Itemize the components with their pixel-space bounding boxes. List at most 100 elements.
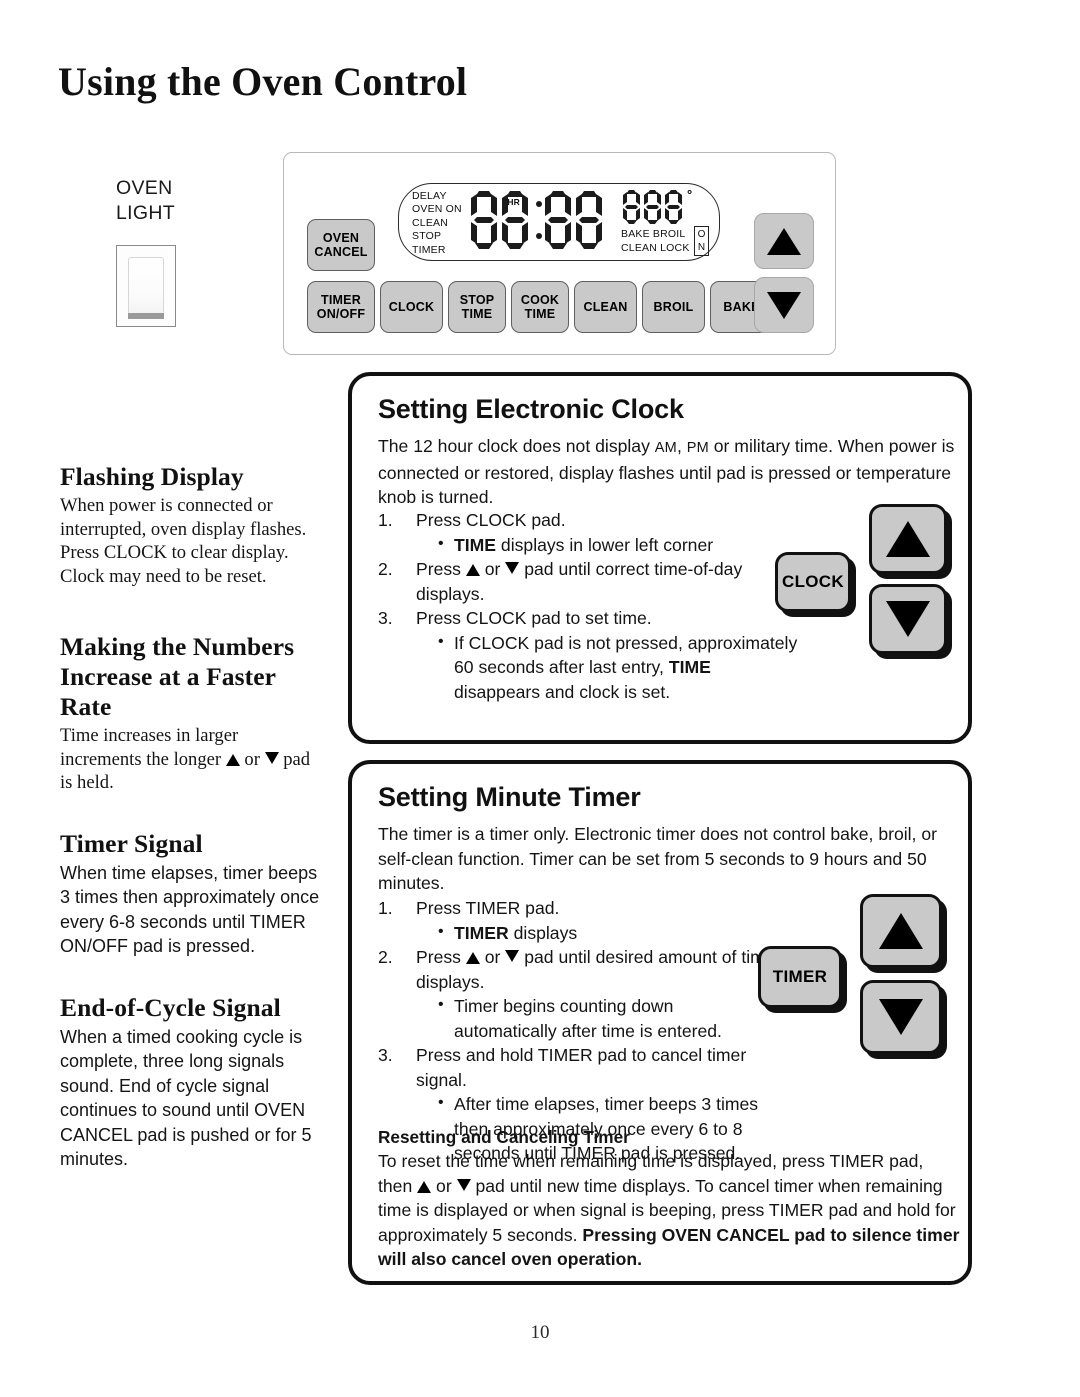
illustration-pad-up[interactable] (860, 894, 942, 968)
oven-control-panel-illustration: DELAY OVEN ON CLEAN STOP TIMER HR ° BAKE… (283, 152, 836, 355)
arrow-down-icon (264, 751, 279, 764)
timer-step-1-sub-text: displays (508, 922, 578, 943)
oven-light-label: OVEN LIGHT (116, 176, 266, 226)
seven-segment-digit (545, 191, 571, 249)
seven-segment-digit (576, 191, 602, 249)
clock-intro-a: The 12 hour clock does not display (378, 436, 655, 456)
body-timer-signal: When time elapses, timer beeps 3 times t… (60, 862, 320, 957)
arrow-down-icon (456, 1178, 471, 1191)
on-box-letter-o: O (697, 229, 706, 240)
on-box-letter-n: N (697, 242, 706, 253)
illustration-pad-timer-label: TIMER (772, 967, 828, 986)
body-faster-rate-mid: or (244, 748, 260, 770)
clock-step-3-sub-post: disappears and clock is set. (454, 681, 671, 702)
clock-intro-pm: PM (686, 440, 709, 456)
display-hr-label: HR (507, 197, 520, 207)
oven-light-label-line2: LIGHT (116, 202, 175, 224)
display-indicator-labels: DELAY OVEN ON CLEAN STOP TIMER (412, 190, 462, 257)
pad-arrow-up[interactable] (754, 213, 814, 269)
clock-step-1-sub-text: displays in lower left corner (496, 534, 714, 555)
clock-step-3-sub-pre: If CLOCK pad is not pressed, approximate… (454, 632, 798, 678)
pad-stop-time[interactable]: STOP TIME (448, 281, 506, 333)
pad-cook-time-line2: TIME (524, 307, 556, 321)
note-title: Resetting and Canceling Timer (378, 1127, 630, 1147)
arrow-up-icon (879, 913, 923, 949)
arrow-down-icon (505, 950, 520, 962)
degree-symbol-icon: ° (687, 187, 693, 202)
clock-step-3: 3. Press CLOCK pad to set time. If CLOCK… (378, 606, 798, 704)
pad-timer-line1: TIMER (321, 293, 361, 307)
pad-oven-cancel[interactable]: OVEN CANCEL (307, 219, 375, 271)
pad-clock[interactable]: CLOCK (380, 281, 443, 333)
timer-step-3-number: 3. (378, 1045, 393, 1065)
pad-broil[interactable]: BROIL (642, 281, 705, 333)
pad-stop-time-line2: TIME (461, 307, 493, 321)
clock-step-1-sub-bold: TIME (454, 534, 497, 555)
heading-faster-rate-line1: Making the Numbers (60, 632, 295, 661)
timer-step-2-number: 2. (378, 947, 393, 967)
seven-segment-digit (471, 191, 497, 249)
timer-step-2-text-mid: or (484, 947, 501, 967)
arrow-up-icon (417, 1180, 432, 1193)
pad-arrow-down[interactable] (754, 277, 814, 333)
heading-faster-rate-line3: Rate (60, 692, 112, 721)
timer-step-1-sub-bold: TIMER (454, 922, 509, 943)
display-temperature-digits: ° (623, 187, 693, 224)
display-on-indicator-box: O N (694, 226, 709, 256)
clock-step-3-number: 3. (378, 608, 393, 628)
clock-intro-b: , (676, 436, 687, 456)
note-text-mid: or (431, 1175, 457, 1196)
illustration-pad-down[interactable] (869, 584, 947, 654)
illustration-pad-timer[interactable]: TIMER (758, 946, 842, 1008)
pad-broil-label: BROIL (653, 300, 694, 314)
rocker-switch-icon[interactable] (128, 257, 164, 319)
heading-end-of-cycle: End-of-Cycle Signal (60, 992, 281, 1022)
illustration-pad-clock-label: CLOCK (782, 572, 844, 591)
clock-intro-am: AM (654, 440, 677, 456)
pad-oven-cancel-line2: CANCEL (314, 245, 368, 259)
oven-light-switch-plate[interactable] (116, 245, 176, 327)
panel-setting-minute-timer: Setting Minute Timer The timer is a time… (348, 760, 972, 1285)
pad-timer-line2: ON/OFF (316, 307, 366, 321)
display-indicator-oven-on: OVEN ON (412, 203, 462, 216)
page-number: 10 (530, 1322, 550, 1343)
seven-segment-digit: HR (502, 191, 528, 249)
oven-display-module: DELAY OVEN ON CLEAN STOP TIMER HR ° BAKE… (398, 183, 720, 261)
clock-step-1: 1. Press CLOCK pad. TIME displays in low… (378, 508, 798, 557)
clock-panel-intro: The 12 hour clock does not display AM, P… (378, 434, 956, 510)
pad-cook-time[interactable]: COOK TIME (511, 281, 569, 333)
pad-clean[interactable]: CLEAN (574, 281, 637, 333)
panel-setting-electronic-clock: Setting Electronic Clock The 12 hour clo… (348, 372, 972, 744)
clock-step-2: 2. Press or pad until correct time-of-da… (378, 557, 798, 606)
pad-oven-cancel-line1: OVEN (322, 231, 360, 245)
arrow-up-icon (465, 952, 480, 964)
arrow-down-icon (767, 291, 801, 319)
page-title: Using the Oven Control (58, 59, 468, 104)
seven-segment-digit-small (623, 190, 640, 224)
illustration-pad-clock[interactable]: CLOCK (775, 552, 851, 612)
timer-panel-intro: The timer is a timer only. Electronic ti… (378, 824, 937, 893)
display-mode-row-bake-broil: BAKE BROIL (621, 228, 686, 240)
body-faster-rate: Time increases in larger increments the … (60, 724, 322, 795)
display-indicator-stop: STOP (412, 230, 442, 243)
display-indicator-delay: DELAY (412, 190, 447, 202)
pad-timer-on-off[interactable]: TIMER ON/OFF (307, 281, 375, 333)
left-text-column: Flashing Display When power is connected… (60, 462, 322, 1172)
panel-title-clock: Setting Electronic Clock (378, 394, 684, 424)
clock-step-2-text-mid: or (484, 559, 501, 579)
display-indicator-timer: TIMER (412, 243, 446, 256)
body-faster-rate-pre: Time increases in larger increments the … (60, 725, 239, 770)
timer-step-2-sub: Timer begins counting down automatically… (438, 993, 778, 1043)
arrow-down-icon (879, 999, 923, 1035)
pad-clean-label: CLEAN (583, 300, 628, 314)
display-indicator-clean: CLEAN (412, 216, 449, 229)
display-colon-icon (533, 191, 545, 249)
clock-step-3-text: Press CLOCK pad to set time. (416, 608, 652, 628)
illustration-pad-up[interactable] (869, 504, 947, 574)
clock-step-3-sub: If CLOCK pad is not pressed, approximate… (438, 630, 798, 705)
illustration-pad-down[interactable] (860, 980, 942, 1054)
timer-step-3-text: Press and hold TIMER pad to cancel timer… (416, 1045, 747, 1090)
timer-panel-note: Resetting and Canceling Timer To reset t… (378, 1126, 960, 1272)
clock-step-1-sub: TIME displays in lower left corner (438, 532, 798, 558)
arrow-up-icon (886, 521, 930, 557)
